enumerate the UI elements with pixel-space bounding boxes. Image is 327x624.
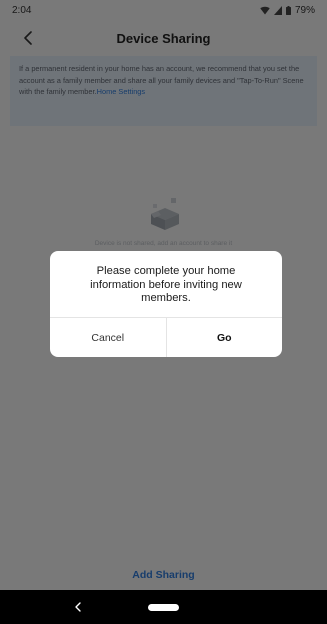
go-button[interactable]: Go [167, 318, 283, 357]
complete-home-info-dialog: Please complete your home information be… [50, 251, 282, 357]
nav-home-pill[interactable] [148, 604, 179, 611]
system-nav-bar [0, 590, 327, 624]
dialog-actions: Cancel Go [50, 317, 282, 357]
device-sharing-screen: 2:04 79% Device Sharing [0, 0, 327, 624]
nav-back-icon[interactable] [70, 599, 86, 615]
dialog-message: Please complete your home information be… [90, 265, 242, 304]
cancel-button[interactable]: Cancel [50, 318, 167, 357]
